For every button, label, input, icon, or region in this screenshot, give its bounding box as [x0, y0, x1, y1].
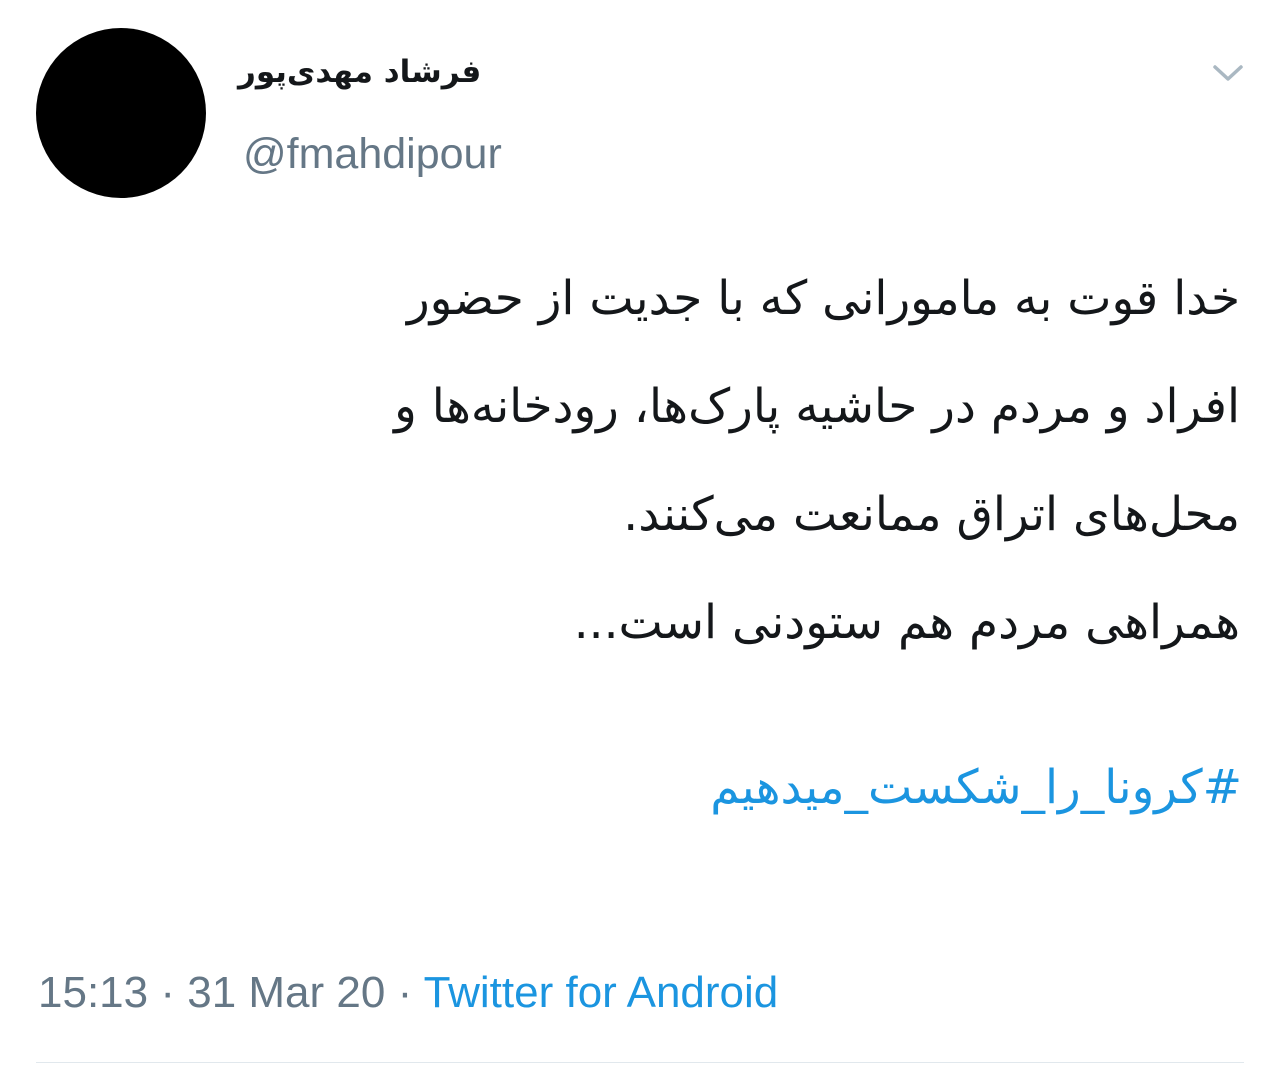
tweet-source-link[interactable]: Twitter for Android — [424, 968, 779, 1017]
tweet-line: خدا قوت به مامورانی که با جدیت از حضور — [406, 271, 1240, 326]
chevron-down-icon-graphic — [1213, 65, 1243, 81]
chevron-down-icon[interactable] — [1208, 56, 1248, 90]
hashtag-link[interactable]: #کرونا_را_شکست_میدهیم — [300, 748, 1242, 828]
tweet-text: خدا قوت به مامورانی که با جدیت از حضور ا… — [80, 245, 1240, 677]
meta-separator: · — [160, 968, 175, 1017]
avatar[interactable] — [36, 28, 206, 198]
tweet-line: محل‌های اتراق ممانعت می‌کنند. — [623, 487, 1240, 542]
meta-separator: · — [397, 968, 413, 1017]
tweet-line: افراد و مردم در حاشیه پارک‌ها، رودخانه‌ه… — [394, 379, 1240, 434]
author-handle[interactable]: @fmahdipour — [243, 128, 502, 180]
tweet-line: همراهی مردم هم ستودنی است... — [573, 595, 1240, 650]
divider — [36, 1062, 1244, 1063]
tweet-time: 15:13 — [38, 968, 149, 1017]
tweet-date[interactable]: 31 Mar 20 — [187, 968, 385, 1017]
tweet-meta: 15:13 · 31 Mar 20 · Twitter for Android — [38, 965, 778, 1021]
author-display-name[interactable]: فرشاد مهدی‌پور — [238, 50, 538, 94]
